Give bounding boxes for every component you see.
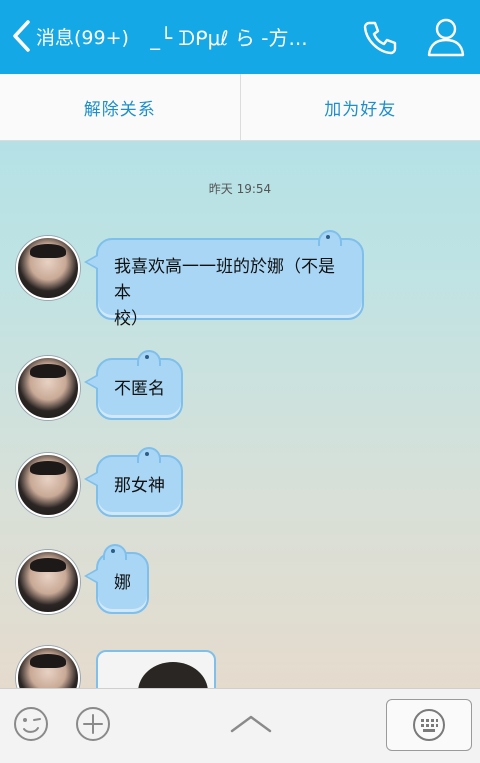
emoji-button[interactable]: [12, 705, 50, 743]
keyboard-toggle-button[interactable]: [386, 699, 472, 751]
bubble-ear-decoration: [137, 447, 161, 463]
message-text: 不匿名: [114, 379, 165, 399]
emoji-icon: [12, 705, 50, 743]
message-bubble[interactable]: 不匿名: [96, 358, 183, 420]
profile-button[interactable]: [424, 16, 468, 58]
more-options-button[interactable]: [74, 705, 112, 743]
bubble-ear-decoration: [103, 544, 127, 560]
avatar[interactable]: [16, 356, 80, 420]
top-bar: 消息(99+) _└ ᗪᑭμℓ ら -方...: [0, 0, 480, 74]
avatar[interactable]: [16, 453, 80, 517]
message-bubble[interactable]: 那女神: [96, 455, 183, 517]
message-text: 娜: [114, 573, 131, 593]
message-timestamp: 昨天 19:54: [0, 180, 480, 197]
bubble-tail: [84, 374, 98, 390]
message-bubble[interactable]: 我喜欢高一一班的於娜（不是本 校）: [96, 238, 364, 320]
chevron-left-icon: [10, 19, 34, 53]
message-text-line: 我喜欢高一一班的於娜（不是本: [114, 254, 346, 306]
keyboard-icon: [412, 708, 446, 742]
call-button[interactable]: [360, 18, 400, 58]
avatar[interactable]: [16, 236, 80, 300]
message-bubble[interactable]: 娜: [96, 552, 149, 614]
back-label: 消息(99+): [36, 23, 129, 50]
plus-icon: [74, 705, 112, 743]
action-bar: 解除关系 加为好友: [0, 74, 480, 141]
person-icon: [424, 16, 468, 58]
message-text: 那女神: [114, 476, 165, 496]
input-bar: [0, 688, 480, 763]
add-friend-button[interactable]: 加为好友: [240, 74, 480, 140]
bubble-ear-decoration: [318, 230, 342, 246]
chevron-up-icon: [228, 709, 274, 739]
chat-title: _└ ᗪᑭμℓ ら -方...: [150, 22, 325, 51]
bubble-tail: [84, 471, 98, 487]
avatar[interactable]: [16, 550, 80, 614]
bubble-tail: [84, 254, 98, 270]
remove-relation-button[interactable]: 解除关系: [0, 74, 240, 140]
phone-icon: [360, 18, 400, 58]
message-text-line: 校）: [114, 306, 346, 332]
bubble-ear-decoration: [137, 350, 161, 366]
expand-panel-button[interactable]: [228, 709, 274, 739]
bubble-tail: [84, 568, 98, 584]
back-button[interactable]: 消息(99+): [10, 16, 129, 56]
